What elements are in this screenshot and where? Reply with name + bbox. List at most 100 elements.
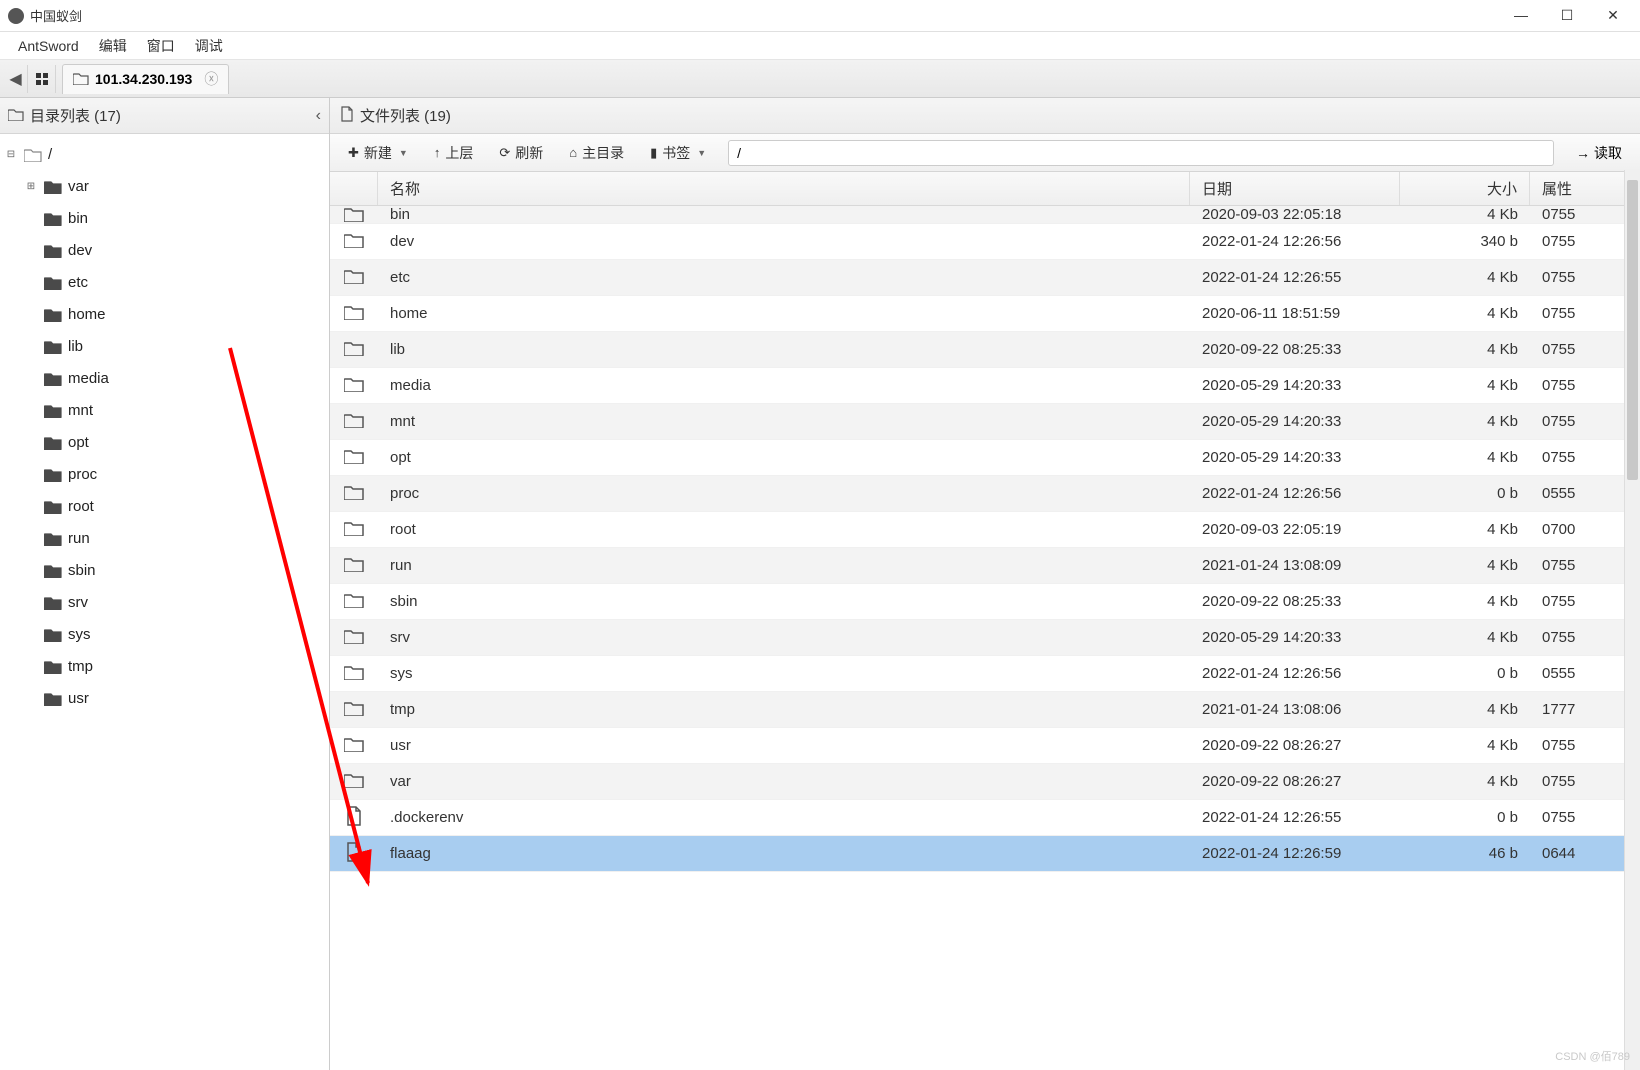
file-icon [346, 806, 362, 830]
tree-root[interactable]: ⊟/ [0, 138, 329, 170]
tree-item[interactable]: srv [0, 586, 329, 618]
tree-label: / [48, 146, 52, 163]
path-input[interactable] [728, 140, 1554, 166]
tree-item[interactable]: root [0, 490, 329, 522]
tab-grid-button[interactable] [28, 65, 56, 93]
window-minimize-button[interactable]: — [1512, 7, 1530, 24]
titlebar: 中国蚁剑 — ☐ ✕ [0, 0, 1640, 32]
table-row[interactable]: run2021-01-24 13:08:094 Kb0755 [330, 548, 1640, 584]
file-icon [340, 106, 354, 126]
tree-item[interactable]: dev [0, 234, 329, 266]
table-row[interactable]: etc2022-01-24 12:26:554 Kb0755 [330, 260, 1640, 296]
cell-size: 4 Kb [1400, 341, 1530, 358]
window-title: 中国蚁剑 [30, 6, 1512, 25]
tree-item[interactable]: usr [0, 682, 329, 714]
folder-icon [344, 664, 364, 684]
file-icon [346, 842, 362, 866]
file-toolbar: ✚ 新建 ▼ ↑ 上层 ⟳ 刷新 ⌂ 主目录 ▮ 书签 ▼ [330, 134, 1640, 172]
cell-size: 4 Kb [1400, 629, 1530, 646]
folder-icon [44, 467, 62, 482]
up-button[interactable]: ↑ 上层 [424, 139, 484, 167]
table-row[interactable]: usr2020-09-22 08:26:274 Kb0755 [330, 728, 1640, 764]
folder-icon [344, 376, 364, 396]
table-row[interactable]: media2020-05-29 14:20:334 Kb0755 [330, 368, 1640, 404]
column-size[interactable]: 大小 [1400, 172, 1530, 205]
folder-icon [44, 211, 62, 226]
tabbar: ◀ 101.34.230.193 ⓧ [0, 60, 1640, 98]
table-row[interactable]: sbin2020-09-22 08:25:334 Kb0755 [330, 584, 1640, 620]
caret-down-icon: ▼ [399, 148, 408, 158]
tree-item[interactable]: etc [0, 266, 329, 298]
cell-name: opt [378, 449, 1190, 466]
folder-icon [344, 520, 364, 540]
menu-window[interactable]: 窗口 [137, 36, 185, 56]
tree-item[interactable]: ⊞var [0, 170, 329, 202]
table-row[interactable]: mnt2020-05-29 14:20:334 Kb0755 [330, 404, 1640, 440]
file-panel-header: 文件列表 (19) [330, 98, 1640, 134]
cell-date: 2022-01-24 12:26:55 [1190, 269, 1400, 286]
tree-item[interactable]: mnt [0, 394, 329, 426]
table-row[interactable]: lib2020-09-22 08:25:334 Kb0755 [330, 332, 1640, 368]
read-button[interactable]: → 读取 [1566, 139, 1632, 167]
cell-size: 46 b [1400, 845, 1530, 862]
window-maximize-button[interactable]: ☐ [1558, 7, 1576, 24]
tree-toggle[interactable]: ⊞ [24, 181, 38, 192]
table-row[interactable]: sys2022-01-24 12:26:560 b0555 [330, 656, 1640, 692]
column-name[interactable]: 名称 [378, 172, 1190, 205]
collapse-panel-button[interactable]: ‹ [316, 107, 321, 125]
table-row[interactable]: dev2022-01-24 12:26:56340 b0755 [330, 224, 1640, 260]
tree-item[interactable]: proc [0, 458, 329, 490]
watermark: CSDN @佰789 [1555, 1048, 1630, 1064]
cell-size: 4 Kb [1400, 521, 1530, 538]
refresh-button[interactable]: ⟳ 刷新 [489, 139, 553, 167]
table-row[interactable]: flaaag2022-01-24 12:26:5946 b0644 [330, 836, 1640, 872]
tree-item[interactable]: home [0, 298, 329, 330]
folder-icon [44, 243, 62, 258]
folder-icon [344, 556, 364, 576]
folder-icon [344, 340, 364, 360]
table-row[interactable]: .dockerenv2022-01-24 12:26:550 b0755 [330, 800, 1640, 836]
tree-item[interactable]: lib [0, 330, 329, 362]
window-close-button[interactable]: ✕ [1604, 7, 1622, 24]
bookmark-button[interactable]: ▮ 书签 ▼ [640, 139, 716, 167]
table-row[interactable]: bin2020-09-03 22:05:184 Kb0755 [330, 206, 1640, 224]
table-row[interactable]: var2020-09-22 08:26:274 Kb0755 [330, 764, 1640, 800]
tab-back-button[interactable]: ◀ [4, 65, 28, 93]
tree-item[interactable]: sys [0, 618, 329, 650]
scrollbar-thumb[interactable] [1627, 180, 1638, 480]
tree-toggle[interactable]: ⊟ [4, 149, 18, 160]
table-row[interactable]: proc2022-01-24 12:26:560 b0555 [330, 476, 1640, 512]
tree-item[interactable]: run [0, 522, 329, 554]
table-row[interactable]: root2020-09-03 22:05:194 Kb0700 [330, 512, 1640, 548]
cell-name: tmp [378, 701, 1190, 718]
refresh-icon: ⟳ [499, 145, 510, 161]
tree-item[interactable]: bin [0, 202, 329, 234]
tree-item[interactable]: tmp [0, 650, 329, 682]
tree-label: bin [68, 210, 88, 227]
menu-debug[interactable]: 调试 [185, 36, 233, 56]
tree-label: run [68, 530, 90, 547]
tab-close-button[interactable]: ⓧ [204, 69, 218, 89]
new-button[interactable]: ✚ 新建 ▼ [338, 139, 418, 167]
cell-name: run [378, 557, 1190, 574]
menu-antsword[interactable]: AntSword [8, 38, 89, 54]
folder-icon [44, 691, 62, 706]
table-row[interactable]: home2020-06-11 18:51:594 Kb0755 [330, 296, 1640, 332]
folder-icon [344, 700, 364, 720]
table-row[interactable]: srv2020-05-29 14:20:334 Kb0755 [330, 620, 1640, 656]
table-row[interactable]: opt2020-05-29 14:20:334 Kb0755 [330, 440, 1640, 476]
folder-icon [73, 71, 89, 88]
tab-host[interactable]: 101.34.230.193 ⓧ [62, 64, 229, 94]
tree-item[interactable]: opt [0, 426, 329, 458]
tree-item[interactable]: media [0, 362, 329, 394]
folder-icon [44, 435, 62, 450]
tree-item[interactable]: sbin [0, 554, 329, 586]
menu-edit[interactable]: 编辑 [89, 36, 137, 56]
cell-size: 4 Kb [1400, 773, 1530, 790]
home-button[interactable]: ⌂ 主目录 [559, 139, 634, 167]
table-row[interactable]: tmp2021-01-24 13:08:064 Kb1777 [330, 692, 1640, 728]
column-date[interactable]: 日期 [1190, 172, 1400, 205]
folder-icon [44, 275, 62, 290]
scrollbar[interactable] [1624, 170, 1640, 1070]
cell-date: 2020-05-29 14:20:33 [1190, 629, 1400, 646]
